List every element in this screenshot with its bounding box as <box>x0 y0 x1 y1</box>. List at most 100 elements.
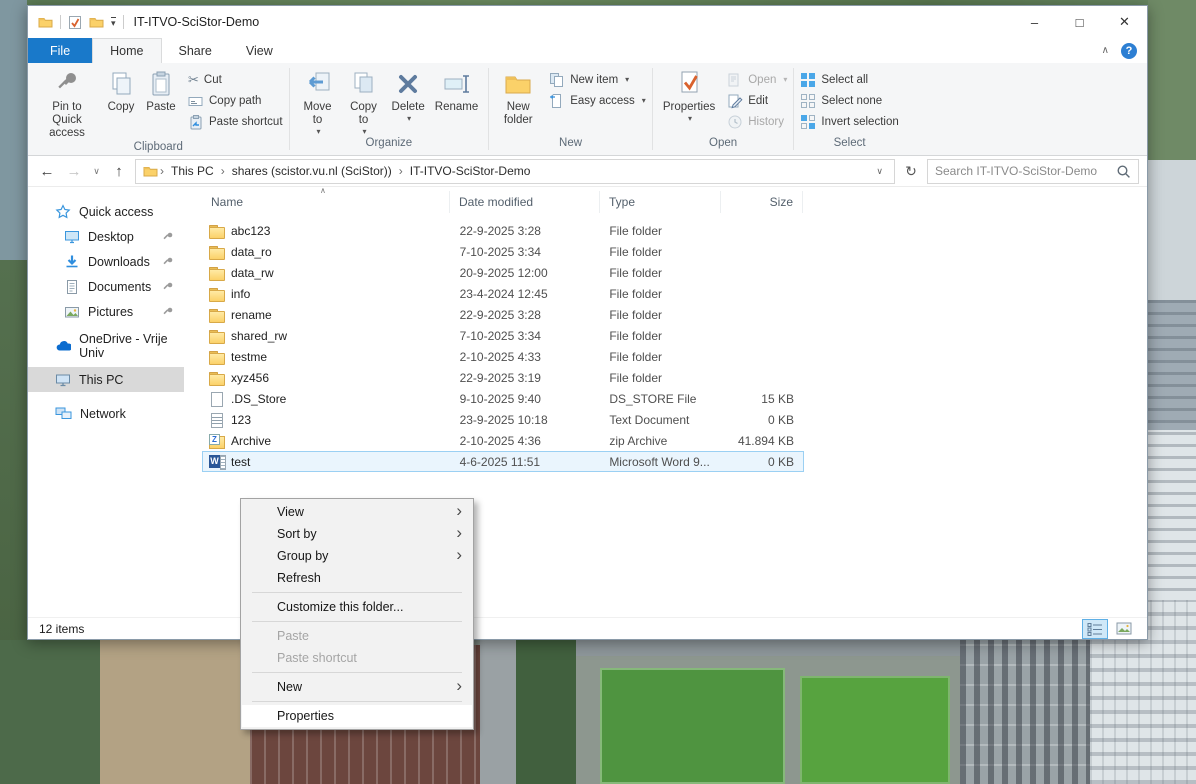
main-content: Quick access Desktop Downloads Documents <box>28 187 1147 617</box>
select-none-button[interactable]: Select none <box>800 92 898 109</box>
properties-check-icon[interactable] <box>68 15 82 30</box>
refresh-button[interactable]: ↻ <box>900 163 922 180</box>
history-button[interactable]: History <box>727 113 787 130</box>
copy-button[interactable]: Copy <box>102 66 140 114</box>
ribbon-tab-bar: File Home Share View ∧ ? <box>28 38 1147 63</box>
new-folder-button[interactable]: New folder <box>495 66 541 127</box>
breadcrumb-current-folder[interactable]: IT-ITVO-SciStor-Demo <box>403 164 538 178</box>
details-view-button[interactable] <box>1083 620 1107 638</box>
context-menu-customize[interactable]: Customize this folder... <box>242 596 472 618</box>
help-button[interactable]: ? <box>1121 43 1137 59</box>
properties-button[interactable]: Properties ▾ <box>659 66 719 123</box>
move-to-button[interactable]: Move to▾ <box>296 66 340 137</box>
ribbon-group-organize: Move to▾ Copy to▾ Delete ▾ Rename <box>290 65 489 155</box>
file-row-selected[interactable]: test 4-6-2025 11:51 Microsoft Word 9... … <box>202 451 804 472</box>
minimize-button[interactable]: – <box>1012 6 1057 38</box>
file-row[interactable]: info 23-4-2024 12:45 File folder <box>202 283 804 304</box>
sidebar-item-quick-access[interactable]: Quick access <box>28 199 184 224</box>
file-type: File folder <box>600 329 721 343</box>
title-bar: ▾ IT-ITVO-SciStor-Demo – □ ✕ <box>28 6 1147 38</box>
context-menu-paste-shortcut[interactable]: Paste shortcut <box>242 647 472 669</box>
properties-label: Properties <box>663 101 715 114</box>
tab-share[interactable]: Share <box>162 38 229 63</box>
context-menu-refresh[interactable]: Refresh <box>242 567 472 589</box>
context-menu-properties[interactable]: Properties <box>242 705 472 727</box>
context-view-label: View <box>277 505 304 519</box>
file-row[interactable]: Archive 2-10-2025 4:36 zip Archive 41.89… <box>202 430 804 451</box>
customize-toolbar-dropdown[interactable]: ▾ <box>111 17 116 28</box>
context-paste-shortcut-label: Paste shortcut <box>277 651 357 665</box>
column-header-type[interactable]: Type <box>600 191 721 213</box>
file-row[interactable]: xyz456 22-9-2025 3:19 File folder <box>202 367 804 388</box>
context-menu-new[interactable]: New › <box>242 676 472 698</box>
edit-button[interactable]: Edit <box>727 92 787 109</box>
sidebar-item-downloads[interactable]: Downloads <box>28 249 184 274</box>
tab-file[interactable]: File <box>28 38 92 63</box>
address-dropdown[interactable]: ∨ <box>869 166 890 177</box>
address-box[interactable]: › This PC › shares (scistor.vu.nl (SciSt… <box>135 159 895 184</box>
sidebar-item-pictures[interactable]: Pictures <box>28 299 184 324</box>
recent-locations-dropdown[interactable]: ∨ <box>90 166 103 177</box>
maximize-button[interactable]: □ <box>1057 6 1102 38</box>
file-row[interactable]: rename 22-9-2025 3:28 File folder <box>202 304 804 325</box>
delete-button[interactable]: Delete ▾ <box>388 66 429 123</box>
sidebar-item-this-pc[interactable]: This PC <box>28 367 184 392</box>
file-row[interactable]: 123 23-9-2025 10:18 Text Document 0 KB <box>202 409 804 430</box>
context-menu-view[interactable]: View › <box>242 501 472 523</box>
file-row[interactable]: data_rw 20-9-2025 12:00 File folder <box>202 262 804 283</box>
up-button[interactable]: ↑ <box>108 163 130 180</box>
ribbon-group-open: Properties ▾ Open ▾ Edit <box>653 65 794 155</box>
delete-icon <box>393 69 423 99</box>
rename-button[interactable]: Rename <box>431 66 482 114</box>
file-modified: 20-9-2025 12:00 <box>451 266 601 280</box>
select-all-button[interactable]: Select all <box>800 71 898 88</box>
photo-water <box>0 0 27 260</box>
context-menu-paste[interactable]: Paste <box>242 625 472 647</box>
column-header-size[interactable]: Size <box>721 191 803 213</box>
pin-to-quick-access-button[interactable]: Pin to Quick access <box>34 66 100 141</box>
file-name: rename <box>231 308 272 322</box>
copy-path-button[interactable]: Copy path <box>188 92 283 109</box>
invert-selection-button[interactable]: Invert selection <box>800 113 898 130</box>
sidebar-item-network[interactable]: Network <box>28 401 184 426</box>
paste-button[interactable]: Paste <box>142 66 180 114</box>
search-icon[interactable] <box>1116 164 1131 179</box>
tab-view[interactable]: View <box>229 38 290 63</box>
close-button[interactable]: ✕ <box>1102 6 1147 38</box>
thumbnails-view-button[interactable] <box>1112 620 1136 638</box>
breadcrumb-shares[interactable]: shares (scistor.vu.nl (SciStor)) <box>225 164 399 178</box>
easy-access-button[interactable]: Easy access ▾ <box>549 92 646 109</box>
sidebar-item-onedrive[interactable]: OneDrive - Vrije Univ <box>28 333 184 358</box>
file-row[interactable]: testme 2-10-2025 4:33 File folder <box>202 346 804 367</box>
sidebar-item-documents[interactable]: Documents <box>28 274 184 299</box>
forward-button[interactable]: → <box>63 163 85 180</box>
sidebar-item-desktop[interactable]: Desktop <box>28 224 184 249</box>
tab-home[interactable]: Home <box>92 38 161 63</box>
context-menu-sort-by[interactable]: Sort by › <box>242 523 472 545</box>
word-file-icon <box>208 454 225 470</box>
history-icon <box>727 114 743 130</box>
file-row[interactable]: abc123 22-9-2025 3:28 File folder <box>202 220 804 241</box>
new-folder-qat-icon[interactable] <box>89 15 104 29</box>
collapse-ribbon-button[interactable]: ∧ <box>1102 45 1109 56</box>
cut-button[interactable]: ✂ Cut <box>188 71 283 88</box>
file-size: 0 KB <box>721 413 803 427</box>
column-header-name[interactable]: Name ∧ <box>202 191 450 213</box>
sort-ascending-icon: ∧ <box>320 187 326 195</box>
back-button[interactable]: ← <box>36 163 58 180</box>
pin-icon <box>162 231 174 243</box>
breadcrumb-this-pc[interactable]: This PC <box>164 164 221 178</box>
file-row[interactable]: shared_rw 7-10-2025 3:34 File folder <box>202 325 804 346</box>
copy-to-button[interactable]: Copy to▾ <box>342 66 386 137</box>
search-input[interactable] <box>935 164 1112 178</box>
open-label: Open <box>748 74 776 86</box>
new-item-button[interactable]: New item ▾ <box>549 71 646 88</box>
file-row[interactable]: .DS_Store 9-10-2025 9:40 DS_STORE File 1… <box>202 388 804 409</box>
group-label-organize: Organize <box>290 137 489 155</box>
open-button[interactable]: Open ▾ <box>727 71 787 88</box>
file-row[interactable]: data_ro 7-10-2025 3:34 File folder <box>202 241 804 262</box>
pin-icon <box>162 281 174 293</box>
column-header-modified[interactable]: Date modified <box>450 191 600 213</box>
context-menu-group-by[interactable]: Group by › <box>242 545 472 567</box>
paste-shortcut-button[interactable]: Paste shortcut <box>188 113 283 130</box>
